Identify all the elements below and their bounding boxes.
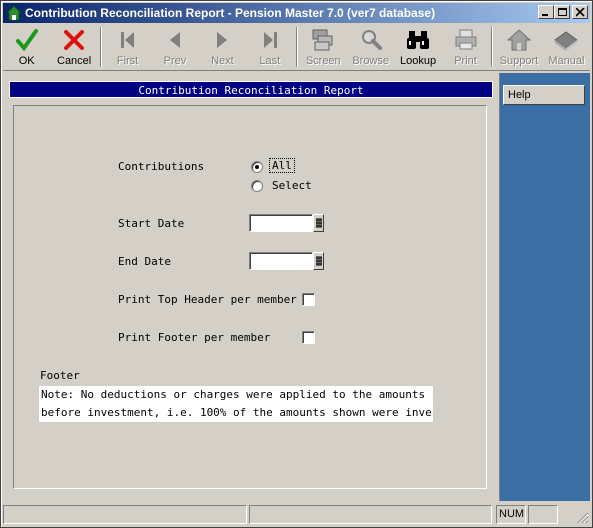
- num-lock-indicator: NUM: [496, 505, 526, 524]
- toolbar: OK Cancel First Prev Next Last Screen Br…: [3, 24, 590, 71]
- help-button[interactable]: Help: [503, 85, 585, 105]
- browse-label: Browse: [352, 55, 389, 67]
- x-icon: [64, 30, 85, 50]
- book-icon: [554, 31, 579, 51]
- window-title: Contribution Reconciliation Report - Pen…: [25, 6, 436, 20]
- end-date-picker-button[interactable]: [313, 252, 324, 270]
- footer-per-member-checkbox[interactable]: [302, 331, 315, 344]
- end-date-input[interactable]: [249, 252, 313, 270]
- status-pane-2: [249, 505, 492, 524]
- radio-all[interactable]: [251, 161, 263, 173]
- manual-label: Manual: [548, 55, 585, 67]
- title-bar[interactable]: Contribution Reconciliation Report - Pen…: [3, 3, 590, 23]
- maximize-button[interactable]: [554, 5, 570, 19]
- side-panel: Help: [499, 73, 590, 501]
- calendar-icon: [315, 256, 322, 266]
- prev-button[interactable]: Prev: [151, 24, 198, 70]
- contributions-label: Contributions: [118, 160, 205, 173]
- calendar-icon: [315, 218, 322, 228]
- manual-button[interactable]: Manual: [543, 24, 590, 70]
- cancel-label: Cancel: [57, 55, 92, 67]
- ok-button[interactable]: OK: [3, 24, 50, 70]
- print-button[interactable]: Print: [442, 24, 489, 70]
- status-bar: NUM: [3, 504, 590, 525]
- start-date-input[interactable]: [249, 214, 313, 232]
- printer-icon: [455, 29, 476, 50]
- maximize-icon: [558, 8, 567, 16]
- screen-button[interactable]: Screen: [300, 24, 347, 70]
- minimize-button[interactable]: [538, 5, 554, 19]
- app-window: Contribution Reconciliation Report - Pen…: [0, 0, 593, 528]
- next-icon: [217, 32, 228, 48]
- first-icon: [120, 32, 134, 48]
- top-header-label: Print Top Header per member: [118, 293, 297, 306]
- first-button[interactable]: First: [104, 24, 151, 70]
- report-form: Contribution Reconciliation Report Contr…: [3, 73, 497, 501]
- house-app-icon: [6, 5, 22, 21]
- status-pane-5: [528, 505, 558, 524]
- footer-line-1[interactable]: Note: No deductions or charges were appl…: [39, 386, 433, 404]
- report-header: Contribution Reconciliation Report: [9, 81, 493, 98]
- status-pane-1: [3, 505, 247, 524]
- toolbar-separator: [99, 27, 102, 67]
- check-icon: [15, 29, 38, 52]
- next-label: Next: [211, 55, 234, 67]
- toolbar-separator: [491, 27, 494, 67]
- next-button[interactable]: Next: [199, 24, 246, 70]
- screen-label: Screen: [305, 55, 341, 67]
- binoculars-icon: [407, 31, 430, 49]
- close-button[interactable]: [572, 5, 588, 19]
- print-label: Print: [454, 55, 477, 67]
- house-icon: [506, 29, 531, 51]
- cancel-button[interactable]: Cancel: [50, 24, 97, 70]
- support-label: Support: [499, 55, 539, 67]
- browse-button[interactable]: Browse: [347, 24, 394, 70]
- options-panel: Contributions All Select Start Date End …: [13, 105, 487, 489]
- prev-icon: [169, 32, 180, 48]
- toolbar-separator: [295, 27, 298, 67]
- prev-label: Prev: [163, 55, 187, 67]
- magnifier-icon: [361, 30, 382, 50]
- radio-all-label[interactable]: All: [269, 158, 295, 173]
- lookup-label: Lookup: [400, 55, 437, 67]
- footer-label: Footer: [40, 369, 80, 382]
- start-date-label: Start Date: [118, 217, 185, 230]
- minimize-icon: [542, 14, 548, 16]
- start-date-picker-button[interactable]: [313, 214, 324, 232]
- footer-per-member-label: Print Footer per member: [118, 331, 271, 344]
- close-icon: [576, 8, 585, 17]
- resize-grip-icon[interactable]: [577, 512, 589, 524]
- support-button[interactable]: Support: [495, 24, 542, 70]
- radio-select-label[interactable]: Select: [272, 179, 312, 192]
- end-date-label: End Date: [118, 255, 171, 268]
- screen-icon: [312, 29, 333, 51]
- radio-select[interactable]: [251, 180, 263, 192]
- last-button[interactable]: Last: [246, 24, 293, 70]
- first-label: First: [116, 55, 139, 67]
- last-icon: [263, 32, 277, 48]
- top-header-checkbox[interactable]: [302, 293, 315, 306]
- footer-line-2[interactable]: before investment, i.e. 100% of the amou…: [39, 404, 433, 422]
- ok-label: OK: [18, 55, 35, 67]
- lookup-button[interactable]: Lookup: [394, 24, 441, 70]
- last-label: Last: [259, 55, 281, 67]
